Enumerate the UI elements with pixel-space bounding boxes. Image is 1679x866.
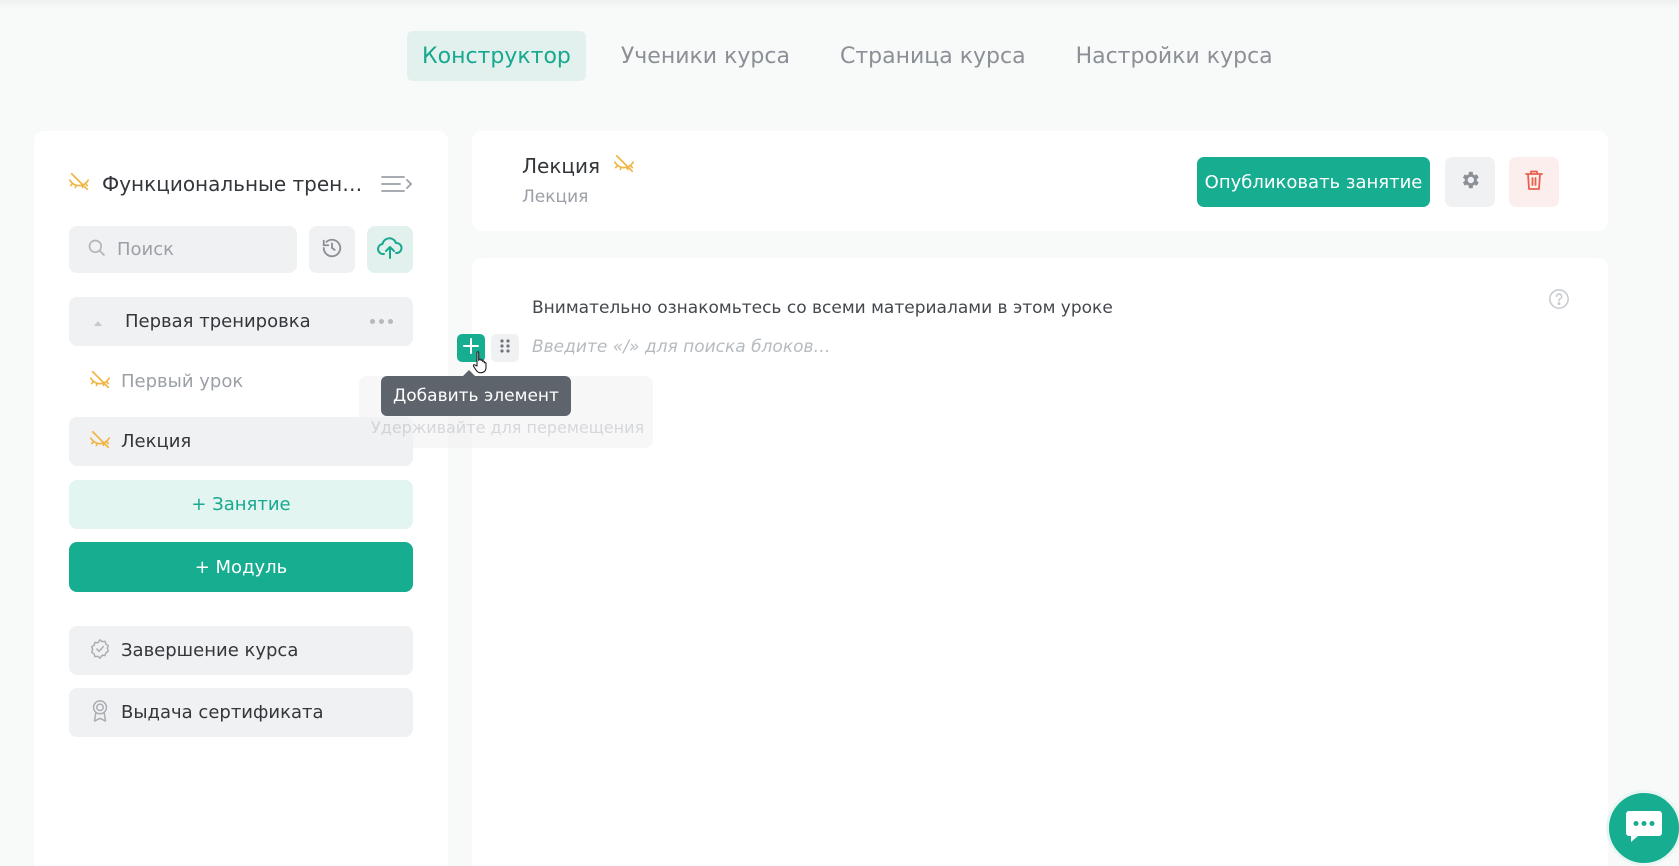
tab-course-page[interactable]: Страница курса: [825, 31, 1041, 81]
add-module-button[interactable]: + Модуль: [69, 542, 413, 592]
search-box: [69, 226, 297, 273]
upload-button[interactable]: [367, 226, 413, 273]
course-title-row: Функциональные трени...: [68, 167, 414, 201]
add-element-tooltip: Добавить элемент: [381, 370, 571, 416]
lesson-label: Лекция: [121, 431, 192, 452]
publish-lesson-button[interactable]: Опубликовать занятие: [1197, 157, 1430, 207]
certificate-label: Выдача сертификата: [121, 702, 324, 723]
eye-off-icon: [68, 171, 90, 197]
course-sidebar: Функциональные трени... Первая тренировк…: [34, 131, 448, 866]
cloud-upload-icon: [377, 236, 403, 264]
lesson-settings-button[interactable]: [1445, 157, 1495, 207]
history-button[interactable]: [309, 226, 355, 273]
lesson-editor: Внимательно ознакомьтесь со всеми матери…: [457, 258, 1608, 866]
chat-icon: [1625, 809, 1663, 847]
chevron-up-icon[interactable]: [93, 312, 103, 331]
more-options-icon[interactable]: [370, 319, 393, 324]
certificate-item[interactable]: Выдача сертификата: [69, 688, 413, 737]
eye-off-icon: [89, 429, 111, 455]
eye-off-icon: [89, 369, 111, 395]
lesson-subtitle: Лекция: [522, 187, 589, 207]
grip-icon: [499, 338, 511, 358]
award-icon: [89, 699, 111, 727]
collapse-menu-icon[interactable]: [380, 173, 414, 199]
search-icon: [87, 238, 107, 262]
delete-lesson-button[interactable]: [1509, 157, 1559, 207]
top-shadow: [0, 0, 1679, 10]
search-input[interactable]: [117, 239, 287, 260]
lesson-label: Первый урок: [121, 371, 244, 392]
tab-course-settings[interactable]: Настройки курса: [1061, 31, 1288, 81]
help-icon[interactable]: [1548, 288, 1570, 314]
gear-icon: [1459, 169, 1481, 195]
tab-students[interactable]: Ученики курса: [606, 31, 805, 81]
badge-check-icon: [89, 638, 111, 664]
lesson-title: Лекция: [522, 154, 601, 178]
lesson-header: Лекция Лекция Опубликовать занятие: [472, 131, 1608, 231]
eye-off-icon: [612, 153, 636, 179]
course-completion-label: Завершение курса: [121, 640, 299, 661]
chat-button[interactable]: [1606, 790, 1679, 866]
drag-handle[interactable]: [491, 334, 519, 362]
editor-placeholder[interactable]: Введите «/» для поиска блоков…: [532, 337, 831, 357]
add-lesson-button[interactable]: + Занятие: [69, 480, 413, 529]
lesson-title-row: Лекция: [522, 153, 636, 179]
lesson-intro-text[interactable]: Внимательно ознакомьтесь со всеми матери…: [532, 298, 1113, 318]
tab-constructor[interactable]: Конструктор: [407, 31, 586, 81]
trash-icon: [1524, 169, 1544, 195]
module-title: Первая тренировка: [125, 311, 311, 332]
history-icon: [321, 237, 343, 263]
course-tabs: Конструктор Ученики курса Страница курса…: [407, 31, 1308, 81]
course-title: Функциональные трени...: [102, 172, 372, 196]
drag-hint-text: Удерживайте для перемещения: [371, 418, 645, 437]
module-item[interactable]: Первая тренировка: [69, 297, 413, 346]
course-completion-item[interactable]: Завершение курса: [69, 626, 413, 675]
